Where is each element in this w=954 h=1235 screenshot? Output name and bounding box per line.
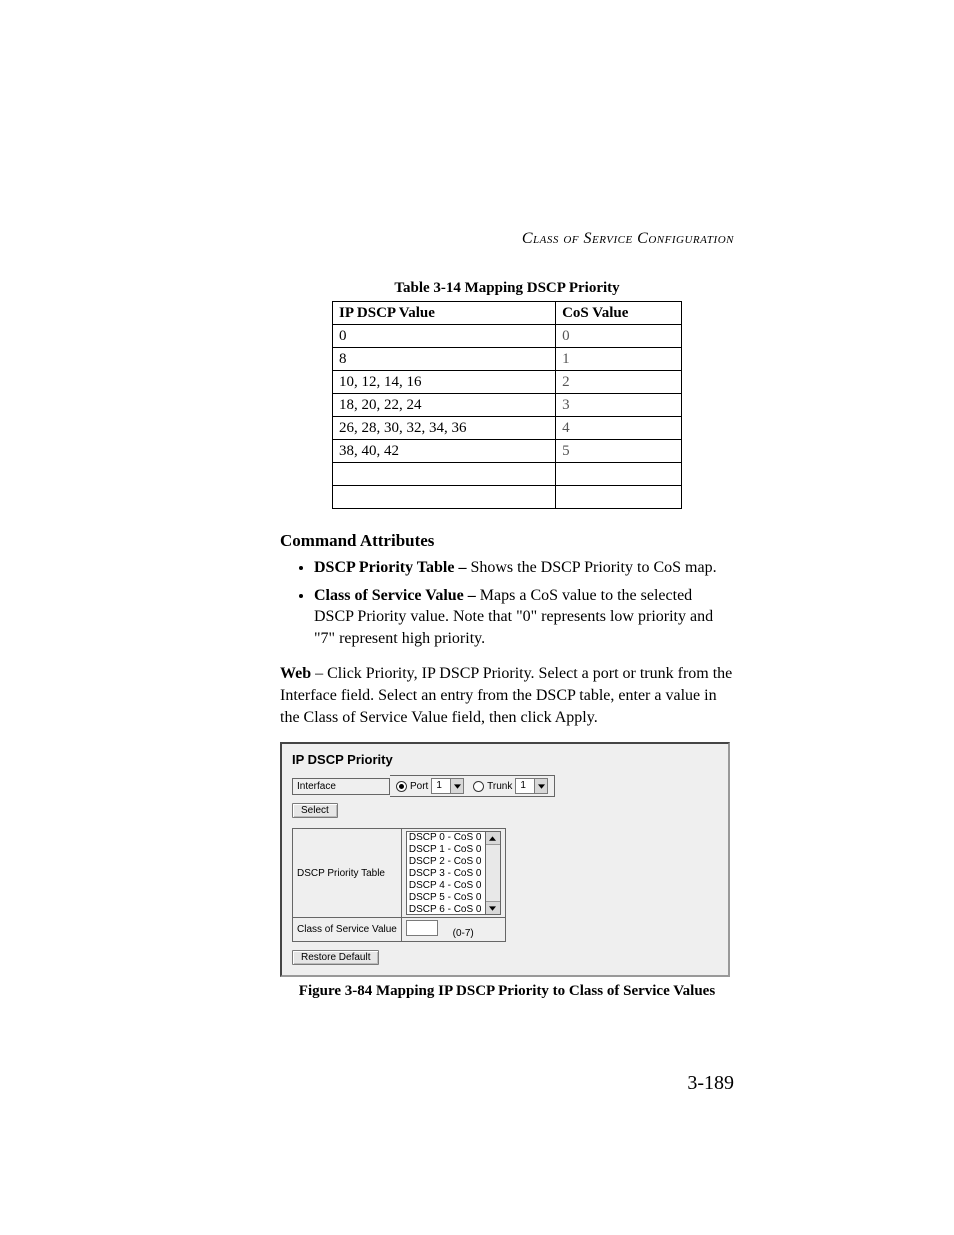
table-row [333, 486, 682, 509]
trunk-select[interactable]: 1 [515, 778, 548, 794]
table-row: 18, 20, 22, 243 [333, 394, 682, 417]
list-item: DSCP Priority Table – Shows the DSCP Pri… [314, 557, 734, 579]
cos-range-hint: (0-7) [453, 928, 474, 939]
bullet-text: Shows the DSCP Priority to CoS map. [470, 559, 716, 576]
dscp-mapping-table: IP DSCP Value CoS Value 00 81 10, 12, 14… [332, 301, 682, 509]
web-lead: Web [280, 665, 311, 682]
figure-caption: Figure 3-84 Mapping IP DSCP Priority to … [280, 983, 734, 1000]
port-radio-label: Port [410, 781, 428, 792]
trunk-select-value: 1 [516, 779, 534, 793]
select-button[interactable]: Select [292, 803, 338, 818]
scroll-down-icon[interactable] [486, 901, 500, 914]
table-row: 00 [333, 325, 682, 348]
dscp-table-label: DSCP Priority Table [293, 829, 402, 918]
ip-dscp-priority-panel: IP DSCP Priority Interface Port 1 Trunk … [280, 742, 730, 977]
port-select-value: 1 [432, 779, 450, 793]
table-caption: Table 3-14 Mapping DSCP Priority [280, 280, 734, 297]
table-row: 38, 40, 425 [333, 440, 682, 463]
list-item[interactable]: DSCP 2 - CoS 0 [409, 856, 483, 868]
list-item[interactable]: DSCP 6 - CoS 0 [409, 904, 483, 915]
table-row: 10, 12, 14, 162 [333, 371, 682, 394]
col-header-dscp: IP DSCP Value [333, 302, 556, 325]
bullet-lead: DSCP Priority Table – [314, 559, 470, 576]
chevron-down-icon[interactable] [534, 779, 547, 793]
list-item: Class of Service Value – Maps a CoS valu… [314, 585, 734, 650]
page-number: 3-189 [687, 1072, 734, 1095]
trunk-radio-label: Trunk [487, 781, 512, 792]
list-item[interactable]: DSCP 5 - CoS 0 [409, 892, 483, 904]
running-head: Class of Service Configuration [522, 230, 734, 248]
web-paragraph: Web – Click Priority, IP DSCP Priority. … [280, 663, 734, 728]
table-header-row: IP DSCP Value CoS Value [333, 302, 682, 325]
chevron-down-icon[interactable] [450, 779, 463, 793]
scroll-up-icon[interactable] [486, 832, 500, 845]
list-item[interactable]: DSCP 1 - CoS 0 [409, 844, 483, 856]
command-attributes-heading: Command Attributes [280, 531, 734, 551]
restore-default-button[interactable]: Restore Default [292, 950, 379, 965]
cos-value-label: Class of Service Value [293, 918, 402, 942]
table-row: 81 [333, 348, 682, 371]
cos-value-input[interactable] [406, 920, 438, 936]
table-row: 26, 28, 30, 32, 34, 364 [333, 417, 682, 440]
port-radio[interactable] [396, 781, 407, 792]
list-item[interactable]: DSCP 4 - CoS 0 [409, 880, 483, 892]
panel-title: IP DSCP Priority [292, 752, 718, 767]
dscp-priority-listbox[interactable]: DSCP 0 - CoS 0 DSCP 1 - CoS 0 DSCP 2 - C… [406, 831, 486, 915]
web-text: – Click Priority, IP DSCP Priority. Sele… [280, 665, 732, 725]
trunk-radio[interactable] [473, 781, 484, 792]
listbox-scrollbar[interactable] [486, 831, 501, 915]
scrollbar-track[interactable] [486, 845, 500, 901]
list-item[interactable]: DSCP 3 - CoS 0 [409, 868, 483, 880]
bullet-lead: Class of Service Value – [314, 587, 480, 604]
list-item[interactable]: DSCP 0 - CoS 0 [409, 832, 483, 844]
port-select[interactable]: 1 [431, 778, 464, 794]
table-row [333, 463, 682, 486]
command-attributes-list: DSCP Priority Table – Shows the DSCP Pri… [280, 557, 734, 649]
interface-label: Interface [292, 778, 390, 795]
col-header-cos: CoS Value [556, 302, 682, 325]
